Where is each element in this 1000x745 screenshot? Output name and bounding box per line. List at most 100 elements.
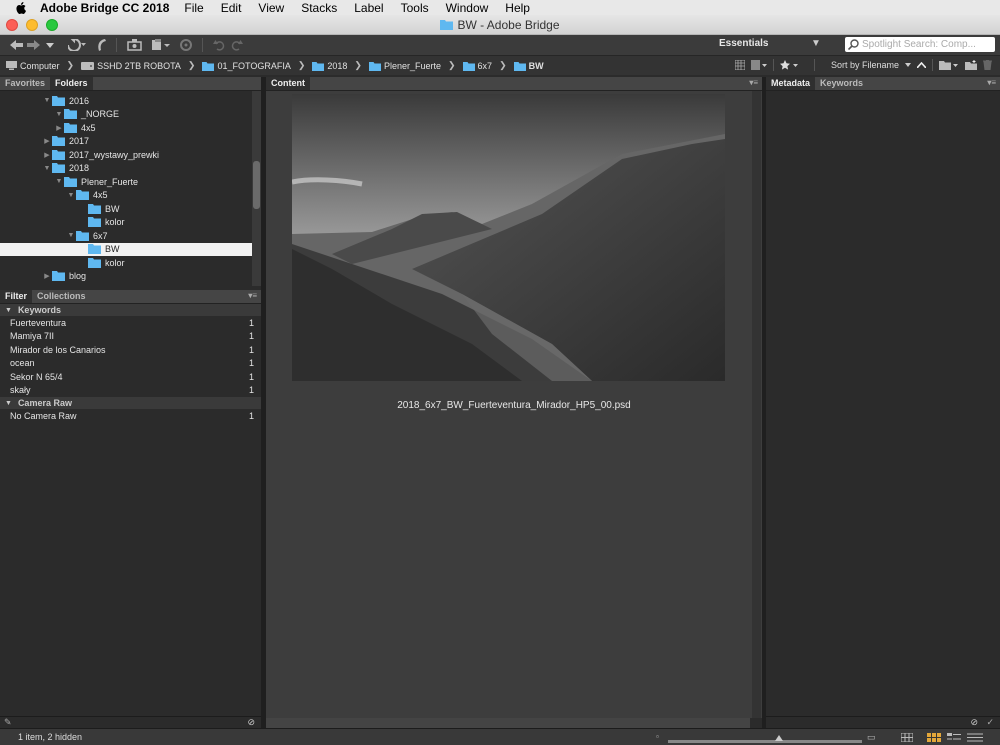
breadcrumb-folder[interactable]: 01_FOTOGRAFIA <box>202 61 291 71</box>
breadcrumb-folder[interactable]: Plener_Fuerte <box>368 61 441 71</box>
list-view-icon[interactable] <box>967 733 983 742</box>
open-recent-icon[interactable] <box>939 60 959 70</box>
menu-label[interactable]: Label <box>354 1 383 15</box>
tree-item[interactable]: ▼ 2016 <box>0 94 252 107</box>
content-scrollbar[interactable] <box>752 91 761 718</box>
breadcrumb-folder[interactable]: 2018 <box>312 61 347 71</box>
tab-filter[interactable]: Filter <box>0 290 33 303</box>
sort-menu-chevron-icon[interactable] <box>905 63 911 67</box>
edit-icon[interactable]: ✓ <box>986 717 994 728</box>
menu-tools[interactable]: Tools <box>401 1 429 15</box>
menu-window[interactable]: Window <box>446 1 489 15</box>
tree-item-selected[interactable]: BW <box>0 242 252 256</box>
expand-toggle-icon[interactable]: ▼ <box>66 192 76 199</box>
filter-item[interactable]: Sekor N 65/4 1 <box>0 370 261 384</box>
pin-icon[interactable]: ✎ <box>4 717 12 728</box>
sort-menu[interactable]: Sort by Filename <box>831 60 899 70</box>
chevron-down-icon[interactable] <box>46 42 54 48</box>
trash-icon[interactable] <box>983 60 992 70</box>
filter-items-icon[interactable] <box>750 60 767 70</box>
tree-item[interactable]: ▶ 2017_wystawy_prewki <box>0 148 252 161</box>
folders-scrollbar[interactable] <box>252 91 261 286</box>
tree-item[interactable]: ▶ 4x5 <box>0 121 252 134</box>
breadcrumb-drive[interactable]: SSHD 2TB ROBOTA <box>81 61 181 71</box>
recent-folder-icon[interactable] <box>68 39 86 51</box>
filter-item[interactable]: skały 1 <box>0 384 261 398</box>
breadcrumb-current[interactable]: BW <box>513 61 544 71</box>
filter-item[interactable]: ocean 1 <box>0 357 261 371</box>
workspace-switcher[interactable]: Essentials <box>719 38 768 49</box>
menu-view[interactable]: View <box>258 1 284 15</box>
tab-metadata[interactable]: Metadata <box>766 77 816 90</box>
tree-item[interactable]: kolor <box>0 256 252 269</box>
clear-icon[interactable]: ⊘ <box>970 717 978 728</box>
scrollbar-thumb[interactable] <box>253 161 260 209</box>
camera-raw-icon[interactable] <box>180 39 192 51</box>
star-icon[interactable] <box>779 60 798 70</box>
rotate-left-icon[interactable] <box>213 39 225 51</box>
new-folder-icon[interactable] <box>965 60 977 70</box>
tree-item[interactable]: ▼ 6x7 <box>0 229 252 242</box>
expand-toggle-icon[interactable]: ▼ <box>42 97 52 104</box>
forward-arrow-icon[interactable] <box>27 40 40 50</box>
workspace-chevron-icon[interactable]: ▼ <box>811 38 821 49</box>
filter-item[interactable]: No Camera Raw 1 <box>0 409 261 423</box>
menu-file[interactable]: File <box>184 1 203 15</box>
menu-edit[interactable]: Edit <box>221 1 242 15</box>
close-window-button[interactable] <box>6 19 18 31</box>
expand-toggle-icon[interactable]: ▼ <box>66 232 76 239</box>
expand-toggle-icon[interactable]: ▼ <box>54 111 64 118</box>
search-input[interactable]: Spotlight Search: Comp... <box>845 37 995 52</box>
details-view-icon[interactable] <box>947 733 961 742</box>
tab-collections[interactable]: Collections <box>32 290 91 303</box>
zoom-window-button[interactable] <box>46 19 58 31</box>
apple-icon[interactable] <box>14 1 28 14</box>
lock-grid-icon[interactable] <box>901 733 913 742</box>
expand-toggle-icon[interactable]: ▶ <box>42 272 52 280</box>
tree-item[interactable]: ▶ blog <box>0 270 252 283</box>
rotate-right-icon[interactable] <box>231 39 243 51</box>
content-horizontal-scrollbar[interactable] <box>266 718 750 728</box>
tree-item[interactable]: ▼ 4x5 <box>0 189 252 202</box>
thumbnail-view-icon[interactable] <box>927 733 941 742</box>
thumbnail-filename[interactable]: 2018_6x7_BW_Fuerteventura_Mirador_HP5_00… <box>266 400 762 411</box>
minimize-window-button[interactable] <box>26 19 38 31</box>
tree-item[interactable]: ▼ _NORGE <box>0 108 252 121</box>
quality-icon[interactable] <box>734 60 745 70</box>
filter-item[interactable]: Mamiya 7II 1 <box>0 330 261 344</box>
expand-toggle-icon[interactable]: ▶ <box>54 124 64 132</box>
expand-toggle-icon[interactable]: ▼ <box>42 165 52 172</box>
tab-favorites[interactable]: Favorites <box>0 77 50 90</box>
filter-item[interactable]: Mirador de los Canarios 1 <box>0 343 261 357</box>
breadcrumb-computer[interactable]: Computer <box>6 61 60 71</box>
clear-filter-icon[interactable]: ⊘ <box>247 717 255 728</box>
filter-section-keywords[interactable]: ▼ Keywords <box>0 304 261 316</box>
thumbnail-image[interactable] <box>292 94 725 381</box>
zoom-in-icon[interactable]: ▭ <box>867 732 876 743</box>
menu-help[interactable]: Help <box>505 1 530 15</box>
tree-item[interactable]: ▼ Plener_Fuerte <box>0 175 252 188</box>
get-photos-icon[interactable] <box>127 39 142 51</box>
expand-toggle-icon[interactable]: ▼ <box>54 178 64 185</box>
menu-stacks[interactable]: Stacks <box>301 1 337 15</box>
zoom-out-icon[interactable]: ▫ <box>656 732 659 741</box>
tree-item[interactable]: kolor <box>0 216 252 229</box>
tab-keywords[interactable]: Keywords <box>815 77 868 90</box>
zoom-slider-thumb[interactable] <box>774 735 783 741</box>
tab-content[interactable]: Content <box>266 77 310 90</box>
boomerang-icon[interactable] <box>96 39 106 51</box>
tree-item[interactable]: ▼ 2018 <box>0 162 252 175</box>
zoom-slider[interactable] <box>668 740 862 743</box>
refine-icon[interactable] <box>152 39 170 51</box>
tree-item[interactable]: ▶ 2017 <box>0 135 252 148</box>
tree-item[interactable]: BW <box>0 202 252 215</box>
sort-ascending-icon[interactable] <box>917 62 926 68</box>
panel-menu-icon[interactable]: ▾≡ <box>749 78 758 87</box>
panel-menu-icon[interactable]: ▾≡ <box>248 291 257 300</box>
breadcrumb-folder[interactable]: 6x7 <box>462 61 492 71</box>
app-menu[interactable]: Adobe Bridge CC 2018 <box>40 1 169 15</box>
expand-toggle-icon[interactable]: ▶ <box>42 137 52 145</box>
filter-section-camera-raw[interactable]: ▼ Camera Raw <box>0 397 261 409</box>
filter-item[interactable]: Fuerteventura 1 <box>0 316 261 330</box>
expand-toggle-icon[interactable]: ▶ <box>42 151 52 159</box>
